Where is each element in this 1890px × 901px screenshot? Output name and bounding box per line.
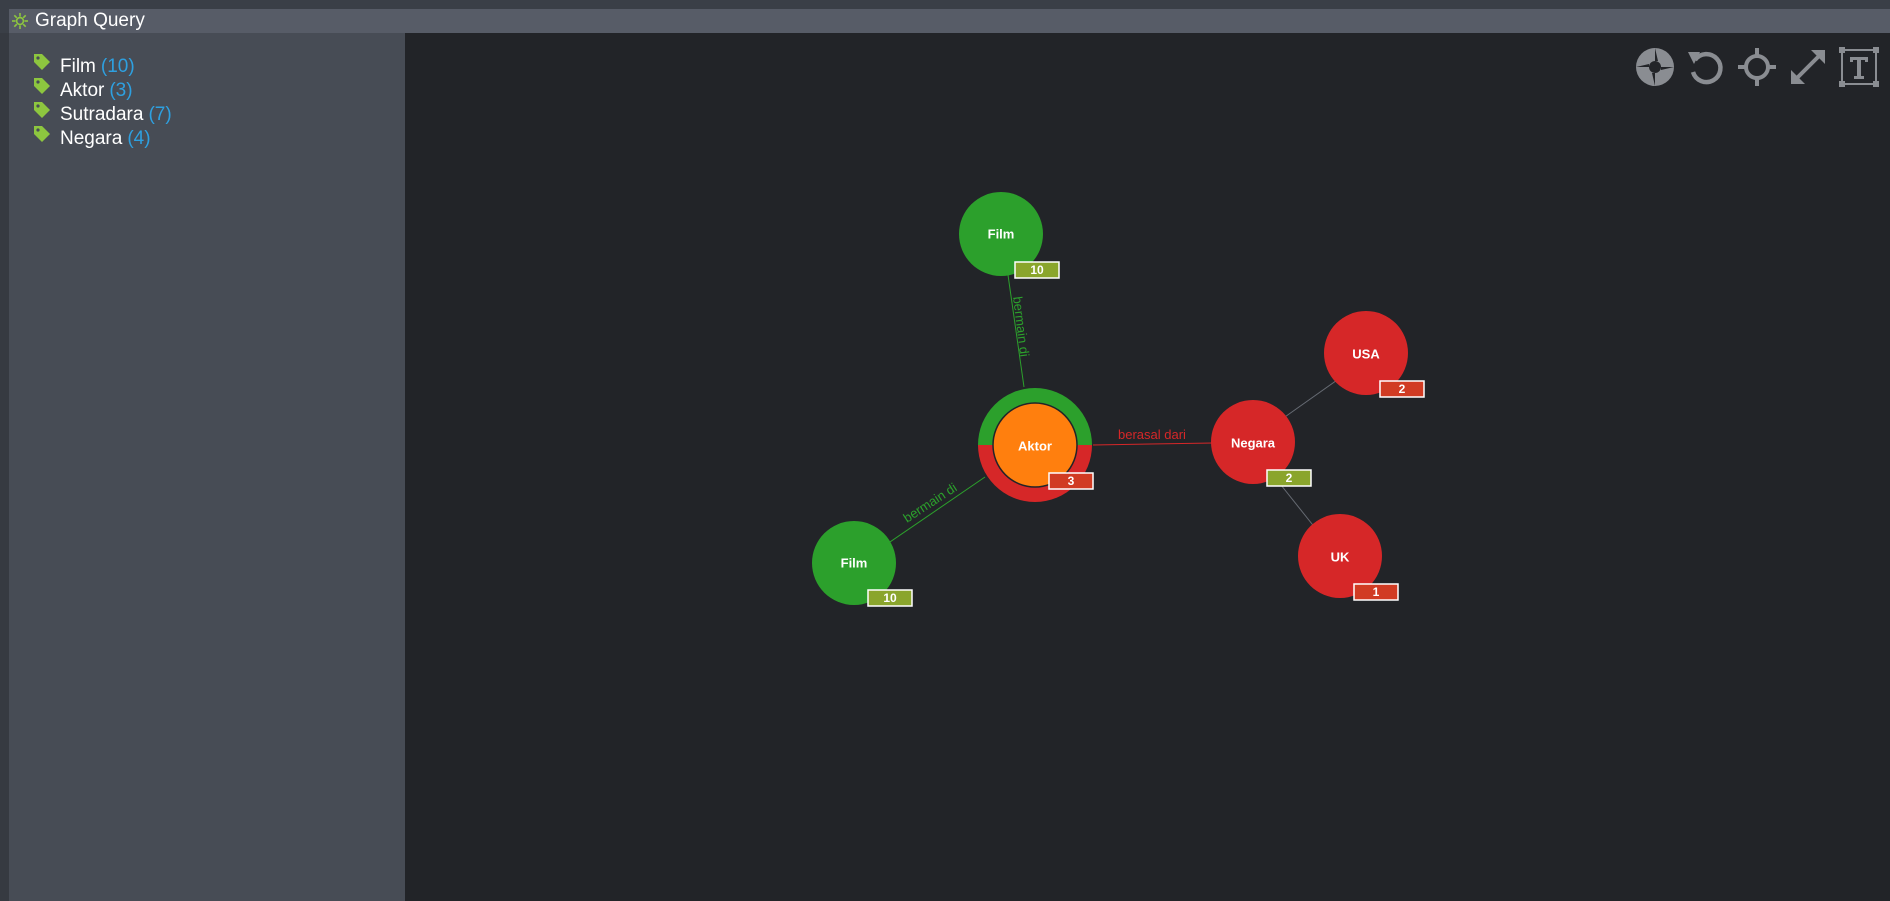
node-label: Negara <box>1231 435 1276 450</box>
count-badge-value: 10 <box>883 591 897 605</box>
count-badge-value: 1 <box>1373 585 1380 599</box>
tag-icon <box>34 54 50 70</box>
edge-negara-uk[interactable] <box>1276 479 1317 530</box>
edge-label-berasal-dari: berasal dari <box>1118 427 1186 442</box>
count-badge-value: 2 <box>1399 382 1406 396</box>
edge-aktor-negara[interactable] <box>1092 442 1214 446</box>
label-name: Negara <box>60 128 123 149</box>
label-count: (4) <box>127 128 151 149</box>
tag-icon <box>34 102 50 118</box>
graph-toolbar <box>1634 46 1880 88</box>
fullscreen-icon <box>1791 50 1825 84</box>
node-label: UK <box>1331 549 1350 564</box>
label-name: Sutradara <box>60 104 144 125</box>
app-logo-icon <box>12 13 28 29</box>
node-label: Film <box>988 226 1015 241</box>
undo-icon <box>1688 51 1723 85</box>
label-count: (10) <box>100 56 135 77</box>
graph-svg[interactable]: bermain di bermain di berasal dari Film … <box>405 33 1890 901</box>
screenshot-button[interactable] <box>1634 46 1676 88</box>
count-badge-value: 3 <box>1068 474 1075 488</box>
edge-label-bermain-di-left: bermain di <box>900 480 959 526</box>
label-name: Aktor <box>60 80 105 101</box>
label-count: (3) <box>109 80 133 101</box>
label-item-aktor[interactable]: Aktor (3) <box>33 78 405 103</box>
reset-button[interactable] <box>1685 46 1727 88</box>
graph-canvas[interactable]: bermain di bermain di berasal dari Film … <box>405 33 1890 901</box>
node-film-left[interactable]: Film 10 <box>812 521 913 607</box>
text-toggle-icon <box>1839 47 1879 87</box>
label-sidebar: Film (10) Aktor (3) Sutradara (7) Negara… <box>9 33 405 901</box>
node-negara[interactable]: Negara 2 <box>1211 400 1312 487</box>
window-title: Graph Query <box>35 10 145 31</box>
label-item-sutradara[interactable]: Sutradara (7) <box>33 102 405 127</box>
label-count: (7) <box>148 104 172 125</box>
window-top-strip <box>0 0 1890 9</box>
tag-icon <box>34 126 50 142</box>
node-film-top[interactable]: Film 10 <box>959 192 1060 279</box>
node-aktor[interactable]: Aktor 3 <box>978 388 1094 502</box>
node-label: Aktor <box>1018 438 1052 453</box>
node-label: Film <box>841 555 868 570</box>
count-badge-value: 10 <box>1030 263 1044 277</box>
label-name: Film <box>60 56 96 77</box>
edge-negara-usa[interactable] <box>1281 377 1341 420</box>
tag-icon <box>34 78 50 94</box>
node-label: USA <box>1352 346 1380 361</box>
node-usa[interactable]: USA 2 <box>1324 311 1425 398</box>
label-list: Film (10) Aktor (3) Sutradara (7) Negara… <box>9 33 405 151</box>
edge-aktor-film-left[interactable] <box>886 476 986 545</box>
count-badge-value: 2 <box>1286 471 1293 485</box>
left-edge <box>0 33 9 901</box>
title-bar: Graph Query <box>9 9 1890 33</box>
node-uk[interactable]: UK 1 <box>1298 514 1399 601</box>
center-button[interactable] <box>1736 46 1778 88</box>
edge-label-bermain-di-top: bermain di <box>1010 296 1032 358</box>
label-item-negara[interactable]: Negara (4) <box>33 126 405 151</box>
shutter-icon <box>1636 48 1674 86</box>
fullscreen-button[interactable] <box>1787 46 1829 88</box>
label-item-film[interactable]: Film (10) <box>33 54 405 79</box>
crosshair-icon <box>1738 48 1776 86</box>
toggle-labels-button[interactable] <box>1838 46 1880 88</box>
